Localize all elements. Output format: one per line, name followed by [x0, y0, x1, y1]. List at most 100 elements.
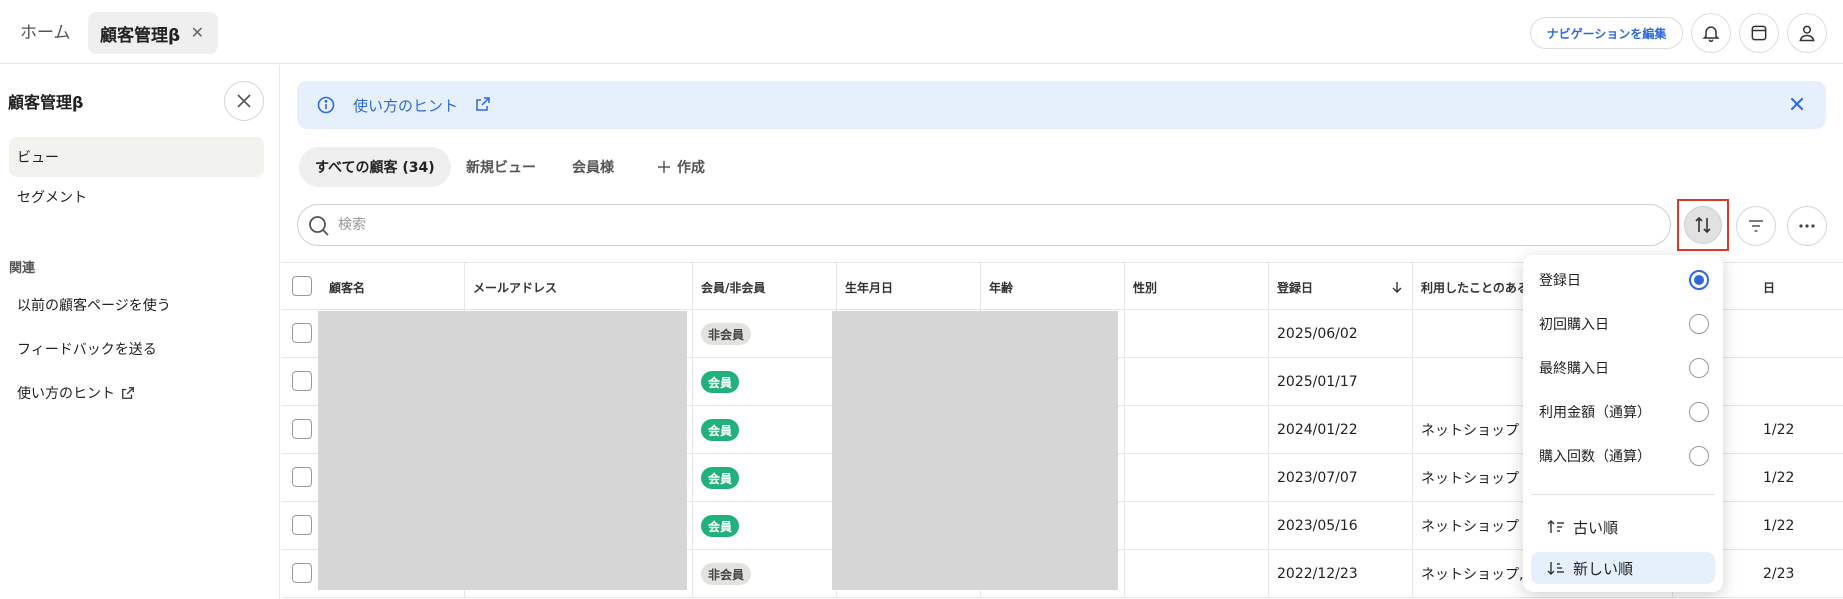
close-icon — [237, 94, 251, 108]
bell-icon — [1702, 26, 1720, 43]
column-header-registered[interactable]: 登録日 — [1269, 263, 1413, 311]
membership-badge: 会員 — [701, 371, 740, 393]
column-header-age[interactable]: 年齢 — [981, 263, 1125, 311]
radio[interactable] — [1689, 402, 1709, 422]
external-link-icon — [122, 387, 134, 399]
cell — [1125, 550, 1269, 598]
sort-option-label: 利用金額（通算） — [1539, 405, 1651, 421]
sort-option-last-purchase[interactable]: 最終購入日 — [1539, 356, 1709, 380]
sort-option-total-amount[interactable]: 利用金額（通算） — [1539, 400, 1709, 424]
sort-option-purchase-count[interactable]: 購入回数（通算） — [1539, 444, 1709, 468]
sidebar-item-tips-label: 使い方のヒント — [17, 386, 115, 402]
hint-banner-link[interactable]: 使い方のヒント — [353, 95, 458, 116]
row-checkbox[interactable] — [292, 323, 312, 343]
row-checkbox[interactable] — [292, 467, 312, 487]
radio[interactable] — [1689, 314, 1709, 334]
search-icon — [309, 216, 329, 236]
column-header-name[interactable]: 顧客名 — [321, 263, 465, 311]
hint-banner: 使い方のヒント — [297, 81, 1826, 129]
select-all-checkbox[interactable] — [292, 276, 312, 296]
sidebar-item-feedback[interactable]: フィードバックを送る — [9, 329, 264, 369]
search-bar — [297, 204, 1671, 246]
cell-membership: 会員 — [693, 502, 837, 550]
hint-close-icon[interactable] — [1788, 95, 1806, 113]
column-header-membership[interactable]: 会員/非会員 — [693, 263, 837, 311]
tab-close-icon[interactable]: ✕ — [191, 23, 204, 42]
redacted-block — [318, 311, 687, 590]
row-checkbox[interactable] — [292, 563, 312, 583]
cell-membership: 会員 — [693, 358, 837, 406]
sort-option-label: 初回購入日 — [1539, 317, 1609, 333]
redacted-block — [832, 311, 1118, 590]
sort-option-label: 登録日 — [1539, 273, 1581, 289]
row-checkbox[interactable] — [292, 371, 312, 391]
cell — [1125, 358, 1269, 406]
sidebar-item-segments[interactable]: セグメント — [9, 177, 264, 217]
sort-option-registered[interactable]: 登録日 — [1539, 268, 1709, 292]
cell — [1125, 502, 1269, 550]
membership-badge: 非会員 — [701, 563, 752, 585]
column-header-registered-label: 登録日 — [1277, 280, 1314, 295]
sidebar-item-legacy-page[interactable]: 以前の顧客ページを使う — [9, 285, 264, 325]
sidebar: 顧客管理β ビュー セグメント 関連 以前の顧客ページを使う フィードバックを送… — [0, 65, 280, 599]
tab-all-customers[interactable]: すべての顧客 (34) — [299, 147, 451, 187]
radio[interactable] — [1689, 446, 1709, 466]
external-link-icon — [476, 97, 490, 111]
cell-membership: 非会員 — [693, 310, 837, 358]
user-icon — [1799, 25, 1815, 42]
radio[interactable] — [1689, 358, 1709, 378]
column-header-gender[interactable]: 性別 — [1125, 263, 1269, 311]
create-view-button[interactable]: 作成 — [657, 147, 705, 187]
column-header-email[interactable]: メールアドレス — [465, 263, 693, 311]
plus-icon — [658, 161, 670, 173]
column-header-birthday[interactable]: 生年月日 — [837, 263, 981, 311]
cell — [1125, 310, 1269, 358]
tab-customer-management[interactable]: 顧客管理β ✕ — [88, 12, 218, 54]
tab-home[interactable]: ホーム — [20, 18, 71, 43]
create-view-label: 作成 — [677, 160, 705, 176]
cell-registered: 2023/05/16 — [1269, 502, 1413, 550]
sort-desc-arrow-icon — [1392, 282, 1402, 293]
membership-badge: 非会員 — [701, 323, 752, 345]
sidebar-section-related: 関連 — [9, 261, 36, 276]
cell-registered: 2023/07/07 — [1269, 454, 1413, 502]
filter-button[interactable] — [1736, 206, 1776, 246]
sort-order-newest-label: 新しい順 — [1573, 559, 1634, 578]
sort-option-label: 購入回数（通算） — [1539, 449, 1651, 465]
sidebar-item-tips[interactable]: 使い方のヒント — [9, 373, 264, 413]
cell — [1125, 454, 1269, 502]
sidebar-close-button[interactable] — [224, 81, 264, 121]
radio-selected[interactable] — [1689, 270, 1709, 290]
sort-order-newest[interactable]: 新しい順 — [1531, 552, 1715, 584]
shop-button[interactable] — [1739, 13, 1779, 53]
sort-button[interactable] — [1684, 206, 1722, 244]
sort-option-label: 最終購入日 — [1539, 361, 1609, 377]
store-icon — [1751, 25, 1767, 41]
membership-badge: 会員 — [701, 467, 740, 489]
filter-icon — [1749, 220, 1763, 232]
sort-order-oldest[interactable]: 古い順 — [1531, 511, 1715, 543]
more-icon — [1799, 224, 1815, 228]
cell-registered: 2025/01/17 — [1269, 358, 1413, 406]
edit-navigation-button[interactable]: ナビゲーションを編集 — [1530, 17, 1683, 49]
row-checkbox[interactable] — [292, 515, 312, 535]
sort-ascending-icon — [1547, 520, 1564, 533]
search-input[interactable] — [338, 214, 1638, 236]
tab-members[interactable]: 会員様 — [572, 147, 614, 187]
sort-descending-icon — [1547, 562, 1564, 575]
sort-dropdown: 登録日 初回購入日 最終購入日 利用金額（通算） 購入回数（通算） 古い順 新し… — [1523, 255, 1723, 592]
membership-badge: 会員 — [701, 419, 740, 441]
sort-option-first-purchase[interactable]: 初回購入日 — [1539, 312, 1709, 336]
cell-registered: 2024/01/22 — [1269, 406, 1413, 454]
notifications-button[interactable] — [1691, 13, 1731, 53]
dropdown-divider — [1531, 494, 1715, 495]
account-button[interactable] — [1787, 13, 1827, 53]
tab-new-view[interactable]: 新規ビュー — [466, 147, 536, 187]
more-options-button[interactable] — [1787, 206, 1827, 246]
top-bar: ホーム 顧客管理β ✕ ナビゲーションを編集 — [0, 0, 1843, 64]
sort-order-oldest-label: 古い順 — [1573, 518, 1619, 537]
sort-icon — [1695, 216, 1711, 234]
cell-membership: 会員 — [693, 454, 837, 502]
row-checkbox[interactable] — [292, 419, 312, 439]
sidebar-item-views[interactable]: ビュー — [9, 137, 264, 177]
